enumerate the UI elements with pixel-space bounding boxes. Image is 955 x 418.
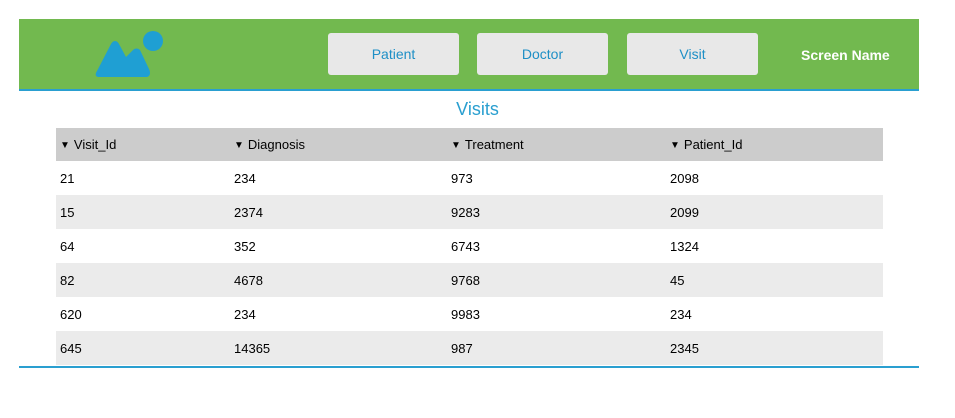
- cell-patient-id: 45: [666, 263, 883, 297]
- cell-patient-id: 2345: [666, 331, 883, 365]
- column-header-visit-id[interactable]: ▼ Visit_Id: [56, 128, 230, 161]
- cell-treatment: 6743: [447, 229, 666, 263]
- cell-diagnosis: 234: [230, 161, 447, 195]
- cell-visit-id: 620: [56, 297, 230, 331]
- cell-visit-id: 21: [56, 161, 230, 195]
- column-header-diagnosis[interactable]: ▼ Diagnosis: [230, 128, 447, 161]
- column-header-label: Visit_Id: [73, 137, 117, 152]
- cell-treatment: 9283: [447, 195, 666, 229]
- sort-down-icon[interactable]: ▼: [60, 140, 70, 151]
- cell-patient-id: 234: [666, 297, 883, 331]
- doctor-nav-button[interactable]: Doctor: [477, 33, 608, 75]
- table-row[interactable]: 620 234 9983 234: [56, 297, 883, 331]
- visits-table: ▼ Visit_Id ▼ Diagnosis ▼ Treatment ▼ Patient…: [56, 128, 883, 365]
- patient-nav-label: Patient: [371, 46, 416, 62]
- cell-diagnosis: 352: [230, 229, 447, 263]
- cell-visit-id: 64: [56, 229, 230, 263]
- sort-down-icon[interactable]: ▼: [451, 140, 461, 151]
- table-row[interactable]: 21 234 973 2098: [56, 161, 883, 195]
- cell-visit-id: 645: [56, 331, 230, 365]
- visit-nav-button[interactable]: Visit: [627, 33, 758, 75]
- column-header-label: Patient_Id: [683, 137, 743, 152]
- table-row[interactable]: 82 4678 9768 45: [56, 263, 883, 297]
- column-header-patient-id[interactable]: ▼ Patient_Id: [666, 128, 883, 161]
- visit-nav-label: Visit: [679, 46, 706, 62]
- cell-visit-id: 82: [56, 263, 230, 297]
- cell-diagnosis: 4678: [230, 263, 447, 297]
- cell-patient-id: 1324: [666, 229, 883, 263]
- table-row[interactable]: 645 14365 987 2345: [56, 331, 883, 365]
- patient-nav-button[interactable]: Patient: [328, 33, 459, 75]
- image-placeholder-icon: [95, 31, 163, 77]
- column-header-treatment[interactable]: ▼ Treatment: [447, 128, 666, 161]
- cell-diagnosis: 14365: [230, 331, 447, 365]
- sort-down-icon[interactable]: ▼: [234, 140, 244, 151]
- doctor-nav-label: Doctor: [521, 46, 564, 62]
- cell-treatment: 9983: [447, 297, 666, 331]
- screen-name-label: Screen Name: [801, 47, 890, 63]
- bottom-divider: [19, 366, 919, 368]
- column-header-label: Diagnosis: [247, 137, 305, 152]
- sort-down-icon[interactable]: ▼: [670, 140, 680, 151]
- cell-diagnosis: 2374: [230, 195, 447, 229]
- column-header-label: Treatment: [464, 137, 524, 152]
- cell-treatment: 9768: [447, 263, 666, 297]
- cell-visit-id: 15: [56, 195, 230, 229]
- app-header: Patient Doctor Visit Screen Name: [19, 19, 919, 91]
- table-row[interactable]: 64 352 6743 1324: [56, 229, 883, 263]
- cell-treatment: 973: [447, 161, 666, 195]
- cell-diagnosis: 234: [230, 297, 447, 331]
- cell-patient-id: 2098: [666, 161, 883, 195]
- table-header-row: ▼ Visit_Id ▼ Diagnosis ▼ Treatment ▼ Patient…: [56, 128, 883, 161]
- table-row[interactable]: 15 2374 9283 2099: [56, 195, 883, 229]
- cell-treatment: 987: [447, 331, 666, 365]
- page-title: Visits: [456, 99, 499, 119]
- cell-patient-id: 2099: [666, 195, 883, 229]
